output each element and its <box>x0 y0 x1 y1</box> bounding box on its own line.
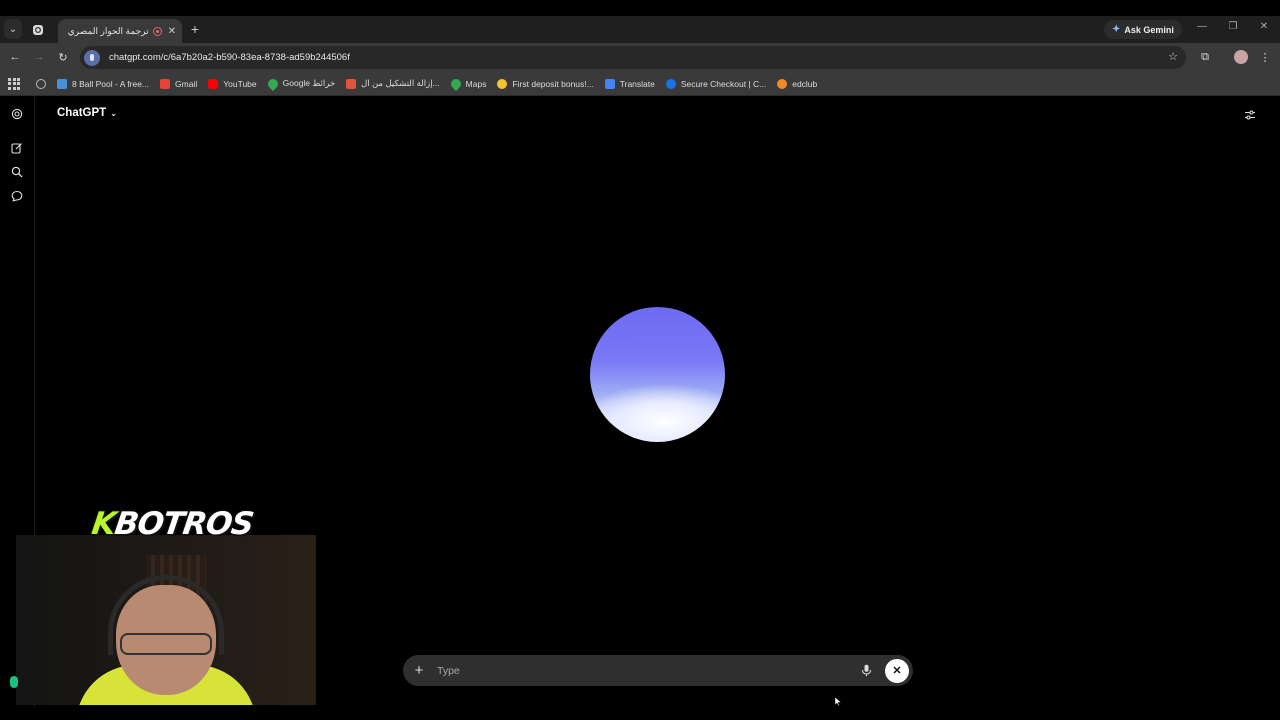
bookmark-label: Translate <box>619 78 655 89</box>
bookmark-item[interactable]: Google خرائط <box>265 76 336 91</box>
brand-name: BOTROS <box>112 506 256 542</box>
restore-window-icon[interactable]: ❐ <box>1225 21 1241 32</box>
letterbox-top <box>0 0 1280 16</box>
headset-icon <box>108 575 224 655</box>
search-icon[interactable] <box>9 164 25 180</box>
mouse-cursor-icon <box>835 697 841 706</box>
webcam-overlay <box>16 535 316 705</box>
gemini-spark-icon: ✦ <box>1112 24 1121 35</box>
minimize-window-icon[interactable]: — <box>1194 21 1210 32</box>
chatgpt-logo-icon <box>33 25 43 35</box>
end-voice-button[interactable]: ✕ <box>885 658 909 683</box>
bookmark-globe[interactable] <box>36 78 46 89</box>
site-info-icon[interactable] <box>84 49 100 66</box>
bookmark-item[interactable]: Translate <box>604 78 655 89</box>
pinned-tab-chatgpt[interactable] <box>28 20 48 40</box>
openai-logo-icon[interactable] <box>9 106 25 122</box>
model-selector[interactable]: ChatGPT ⌄ <box>57 107 117 119</box>
new-chat-icon[interactable] <box>9 140 25 156</box>
fox-icon <box>777 78 788 89</box>
model-label: ChatGPT <box>57 107 107 119</box>
address-bar[interactable]: chatgpt.com/c/6a7b20a2-b590-83ea-8738-ad… <box>80 46 1186 69</box>
ask-gemini-label: Ask Gemini <box>1124 24 1174 35</box>
bookmark-label: 8 Ball Pool - A free... <box>72 78 150 89</box>
bookmark-item[interactable]: إزالة التشكيل من ال... <box>346 78 440 89</box>
extensions-icon[interactable]: ⧉ <box>1197 49 1213 65</box>
profile-avatar[interactable] <box>1233 49 1249 65</box>
avatar <box>1234 50 1248 64</box>
browser-toolbar: ← → ↻ chatgpt.com/c/6a7b20a2-b590-83ea-8… <box>0 43 1280 72</box>
chat-bubble-icon[interactable] <box>9 188 25 204</box>
globe-icon <box>36 78 46 89</box>
new-tab-button[interactable]: + <box>188 19 202 39</box>
bookmark-item[interactable]: Secure Checkout | C... <box>665 78 767 89</box>
status-indicator <box>10 676 18 688</box>
close-tab-icon[interactable]: ✕ <box>168 26 176 37</box>
maps-pin-icon <box>448 76 463 91</box>
translate-icon <box>604 78 615 89</box>
url-text: chatgpt.com/c/6a7b20a2-b590-83ea-8738-ad… <box>109 52 350 63</box>
tab-active[interactable]: ترجمة الحوار المصري ✕ <box>58 19 182 43</box>
checkout-icon <box>665 78 676 89</box>
bookmarks-bar: 8 Ball Pool - A free... Gmail YouTube Go… <box>0 72 1280 96</box>
voice-settings-icon[interactable] <box>1242 107 1258 123</box>
apps-grid-icon[interactable] <box>8 77 22 91</box>
microphone-icon[interactable] <box>859 664 873 678</box>
bookmark-label: إزالة التشكيل من ال... <box>361 78 440 88</box>
reload-icon[interactable]: ↻ <box>55 49 71 65</box>
recording-icon <box>152 26 162 36</box>
streamer-logo: KBOTROS <box>89 506 255 542</box>
tab-search-button[interactable]: ⌄ <box>4 19 22 39</box>
youtube-icon <box>208 78 219 89</box>
chevron-down-icon: ⌄ <box>110 108 117 118</box>
back-arrow-icon[interactable]: ← <box>7 49 23 65</box>
close-window-icon[interactable]: ✕ <box>1256 21 1272 32</box>
plus-icon[interactable]: + <box>412 662 426 679</box>
voice-composer: + ✕ <box>403 655 913 686</box>
bookmark-favicon-icon <box>346 78 357 89</box>
voice-mode-orb <box>590 307 725 442</box>
coin-icon <box>497 78 508 89</box>
gmail-icon <box>160 78 171 89</box>
bookmark-label: First deposit bonus!... <box>512 78 594 89</box>
bookmark-label: Google خرائط <box>282 78 336 88</box>
bookmark-item[interactable]: YouTube <box>208 78 257 89</box>
bookmark-label: Secure Checkout | C... <box>680 78 767 89</box>
ask-gemini-button[interactable]: ✦ Ask Gemini <box>1104 20 1182 39</box>
bookmark-item[interactable]: 8 Ball Pool - A free... <box>57 78 150 89</box>
maps-pin-icon <box>265 76 280 91</box>
tab-strip: ⌄ ترجمة الحوار المصري ✕ + ✦ Ask Gemini —… <box>0 16 1280 43</box>
bookmark-favicon-icon <box>57 78 67 89</box>
bookmark-item[interactable]: edclub <box>777 78 818 89</box>
bookmark-label: Gmail <box>175 78 198 89</box>
bookmark-label: edclub <box>792 78 818 89</box>
bookmark-star-icon[interactable]: ☆ <box>1168 50 1178 63</box>
bookmark-item[interactable]: Maps <box>448 76 487 91</box>
forward-arrow-icon[interactable]: → <box>31 49 47 65</box>
bookmark-item[interactable]: Gmail <box>160 78 198 89</box>
bookmark-label: YouTube <box>223 78 257 89</box>
bookmark-item[interactable]: First deposit bonus!... <box>497 78 594 89</box>
tab-title: ترجمة الحوار المصري <box>67 25 149 36</box>
bookmark-label: Maps <box>465 78 487 89</box>
browser-menu-icon[interactable]: ⋮ <box>1257 49 1273 65</box>
message-input[interactable] <box>437 664 859 677</box>
